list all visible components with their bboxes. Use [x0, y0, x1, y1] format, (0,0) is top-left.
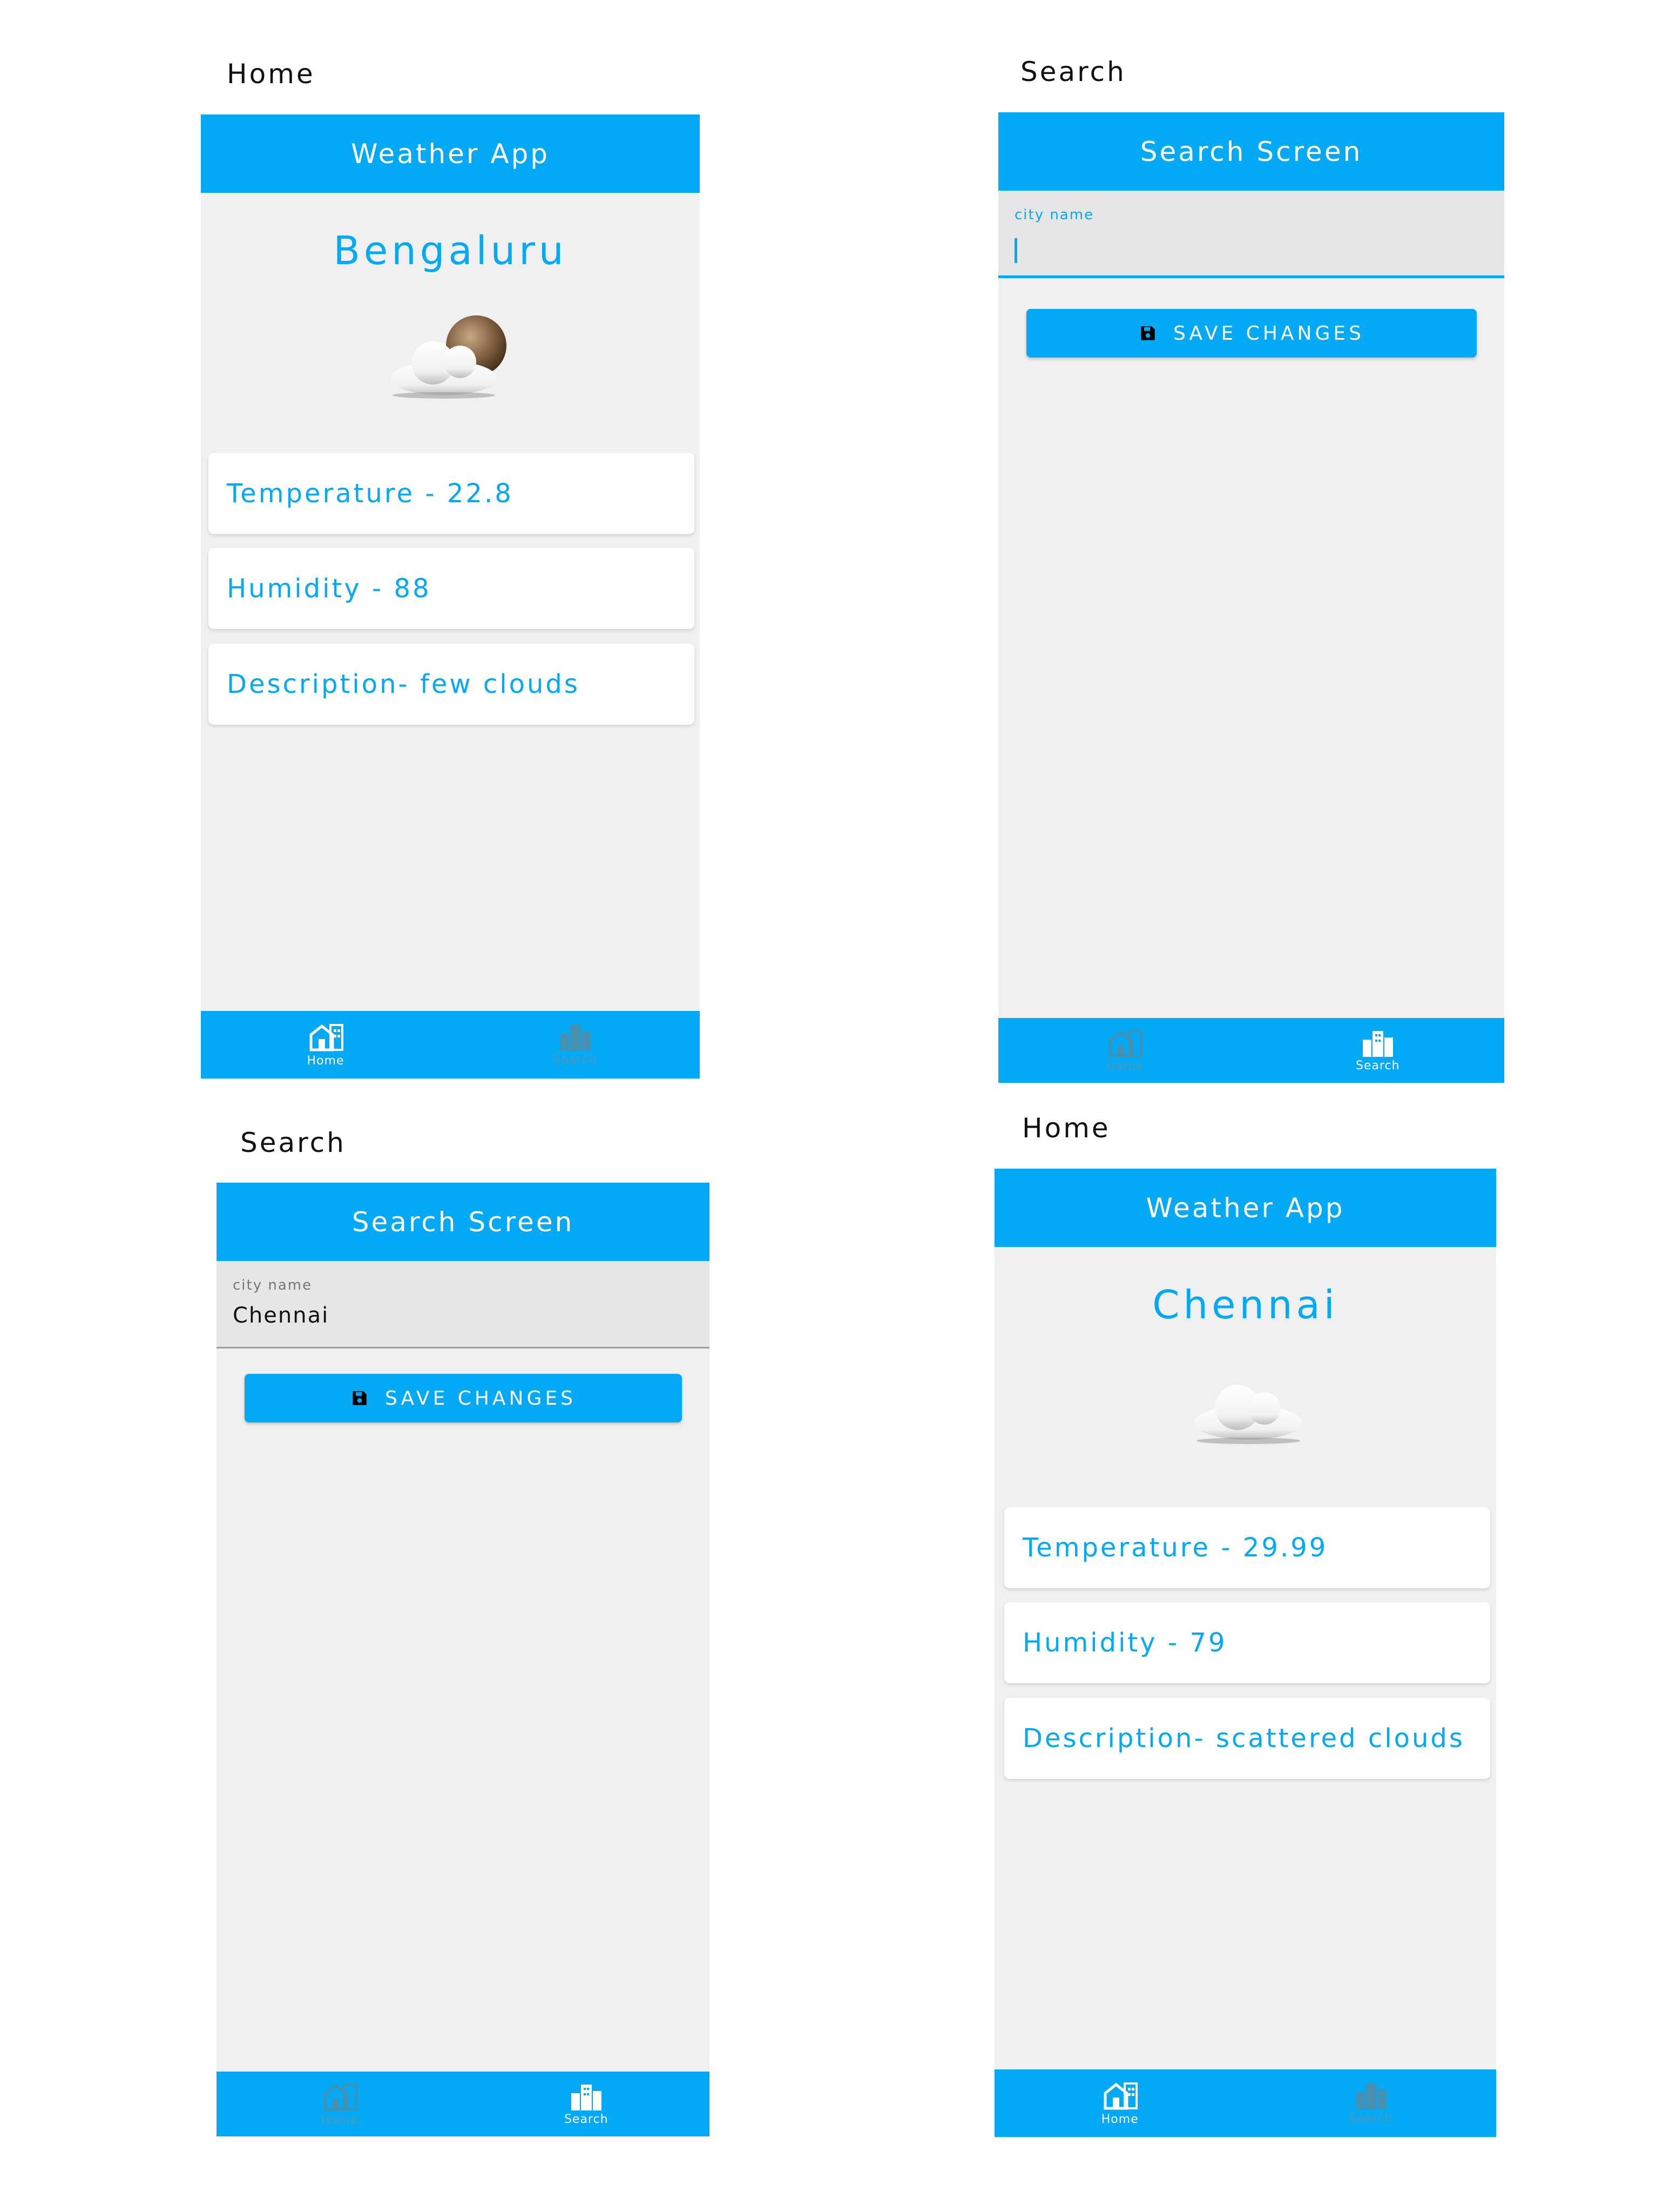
- panel2-caption: Search: [1020, 56, 1126, 87]
- city-buildings-icon: [560, 1025, 590, 1051]
- app-bar: Search Screen: [217, 1183, 709, 1261]
- nav-search-label: Search: [1355, 1058, 1400, 1073]
- city-name-field[interactable]: city name: [998, 191, 1504, 278]
- nav-home[interactable]: Home: [217, 2072, 463, 2136]
- bottom-nav: Home Search: [998, 1018, 1504, 1083]
- text-cursor: [1015, 238, 1017, 263]
- city-buildings-icon: [571, 2084, 601, 2110]
- nav-home-label: Home: [321, 2113, 359, 2127]
- panel4-home-screen: Weather App Chennai Temperature - 29.99 …: [995, 1169, 1496, 2137]
- city-name-field-label: city name: [1015, 207, 1094, 223]
- app-title: Weather App: [350, 138, 550, 170]
- city-name: Bengaluru: [333, 228, 567, 273]
- home-icon: [1104, 2082, 1138, 2110]
- cloud-icon: [1189, 1368, 1308, 1452]
- nav-search[interactable]: Search: [450, 1011, 700, 1078]
- city-buildings-icon: [1362, 1030, 1393, 1057]
- home-icon: [309, 1024, 343, 1051]
- save-icon: [1141, 326, 1155, 340]
- app-bar: Weather App: [995, 1169, 1496, 1247]
- city-name-input[interactable]: Chennai: [233, 1303, 329, 1328]
- description-card: Description- few clouds: [208, 644, 694, 725]
- save-icon: [353, 1391, 367, 1405]
- nav-search[interactable]: Search: [1252, 1018, 1505, 1083]
- nav-search-label: Search: [553, 1053, 597, 1067]
- screen-title: Search Screen: [351, 1206, 574, 1238]
- app-title: Weather App: [1146, 1192, 1345, 1224]
- home-icon: [323, 2083, 358, 2110]
- screen-title: Search Screen: [1140, 136, 1363, 167]
- humidity-card: Humidity - 79: [1004, 1602, 1490, 1683]
- nav-home-label: Home: [1106, 1060, 1144, 1074]
- save-changes-button[interactable]: SAVE CHANGES: [245, 1374, 682, 1422]
- nav-home[interactable]: Home: [995, 2069, 1246, 2137]
- app-bar: Search Screen: [998, 112, 1504, 191]
- nav-home[interactable]: Home: [998, 1018, 1252, 1083]
- nav-search-label: Search: [1348, 2112, 1393, 2125]
- panel3-search-screen: Search Screen city name Chennai SAVE CHA…: [217, 1183, 709, 2136]
- nav-search[interactable]: Search: [463, 2072, 710, 2136]
- panel4-caption: Home: [1022, 1112, 1111, 1144]
- humidity-card: Humidity - 88: [208, 548, 694, 629]
- save-changes-label: SAVE CHANGES: [1173, 322, 1364, 345]
- nav-search-label: Search: [564, 2112, 608, 2126]
- cloud-with-sun-icon: [384, 309, 519, 408]
- city-buildings-icon: [1355, 2083, 1386, 2109]
- description-card: Description- scattered clouds: [1004, 1698, 1490, 1779]
- panel3-caption: Search: [240, 1127, 346, 1158]
- panel1-caption: Home: [227, 58, 315, 90]
- bottom-nav: Home Search: [201, 1011, 700, 1078]
- bottom-nav: Home Search: [217, 2072, 709, 2136]
- nav-home[interactable]: Home: [201, 1011, 450, 1078]
- nav-home-label: Home: [307, 1054, 344, 1068]
- temperature-card: Temperature - 29.99: [1004, 1507, 1490, 1588]
- city-name: Chennai: [1152, 1282, 1338, 1327]
- home-icon: [1108, 1029, 1143, 1057]
- city-name-field-label: city name: [233, 1277, 313, 1293]
- city-name-field[interactable]: city name Chennai: [217, 1261, 709, 1348]
- nav-search[interactable]: Search: [1246, 2069, 1497, 2137]
- panel1-home-screen: Weather App Bengaluru Temperature - 22.8…: [201, 114, 700, 1078]
- panel2-search-screen: Search Screen city name SAVE CHANGES Hom…: [998, 112, 1504, 1083]
- save-changes-button[interactable]: SAVE CHANGES: [1026, 309, 1477, 358]
- app-bar: Weather App: [201, 114, 700, 193]
- temperature-card: Temperature - 22.8: [208, 453, 694, 534]
- bottom-nav: Home Search: [995, 2069, 1496, 2137]
- save-changes-label: SAVE CHANGES: [385, 1387, 576, 1410]
- nav-home-label: Home: [1101, 2113, 1139, 2126]
